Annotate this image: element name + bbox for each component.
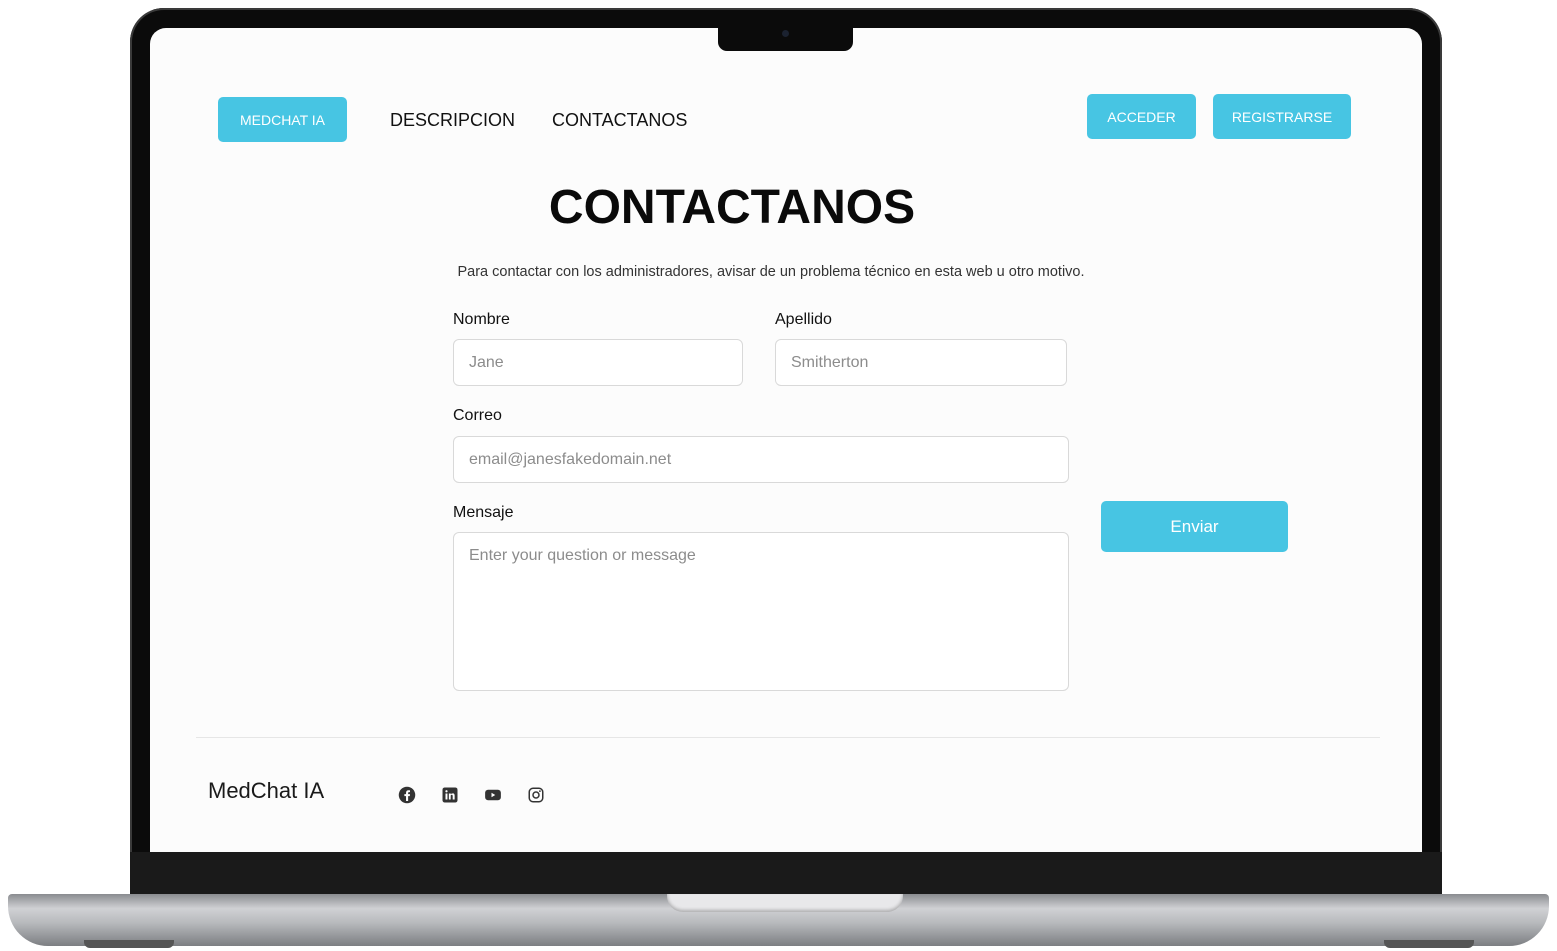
email-input[interactable]: email@janesfakedomain.net [453,436,1069,483]
login-button[interactable]: ACCEDER [1087,94,1196,139]
register-button[interactable]: REGISTRARSE [1213,94,1351,139]
laptop-foot-left [84,940,174,948]
linkedin-icon[interactable] [441,786,459,804]
camera-icon [782,30,789,37]
nav-link-contactanos[interactable]: CONTACTANOS [552,110,687,131]
first-name-label: Nombre [453,311,510,328]
page-subtitle: Para contactar con los administradores, … [457,264,1085,280]
laptop-opening-notch [667,894,903,912]
footer-brand: MedChat IA [208,778,325,803]
footer-divider [196,737,1380,738]
instagram-icon[interactable] [527,786,545,804]
laptop-chin [130,852,1442,898]
nav-link-descripcion[interactable]: DESCRIPCION [390,110,515,131]
youtube-icon[interactable] [484,786,502,804]
laptop-screen: MEDCHAT IA DESCRIPCION CONTACTANOS ACCED… [150,28,1422,852]
email-label: Correo [453,407,502,424]
last-name-label: Apellido [775,311,832,328]
message-textarea[interactable]: Enter your question or message [453,532,1069,691]
facebook-icon[interactable] [398,786,416,804]
page-title: CONTACTANOS [548,181,916,234]
submit-button[interactable]: Enviar [1101,501,1288,552]
message-label: Mensaje [453,504,514,521]
first-name-input[interactable]: Jane [453,339,743,386]
brand-button[interactable]: MEDCHAT IA [218,97,347,142]
laptop-foot-right [1384,940,1474,948]
last-name-input[interactable]: Smitherton [775,339,1067,386]
